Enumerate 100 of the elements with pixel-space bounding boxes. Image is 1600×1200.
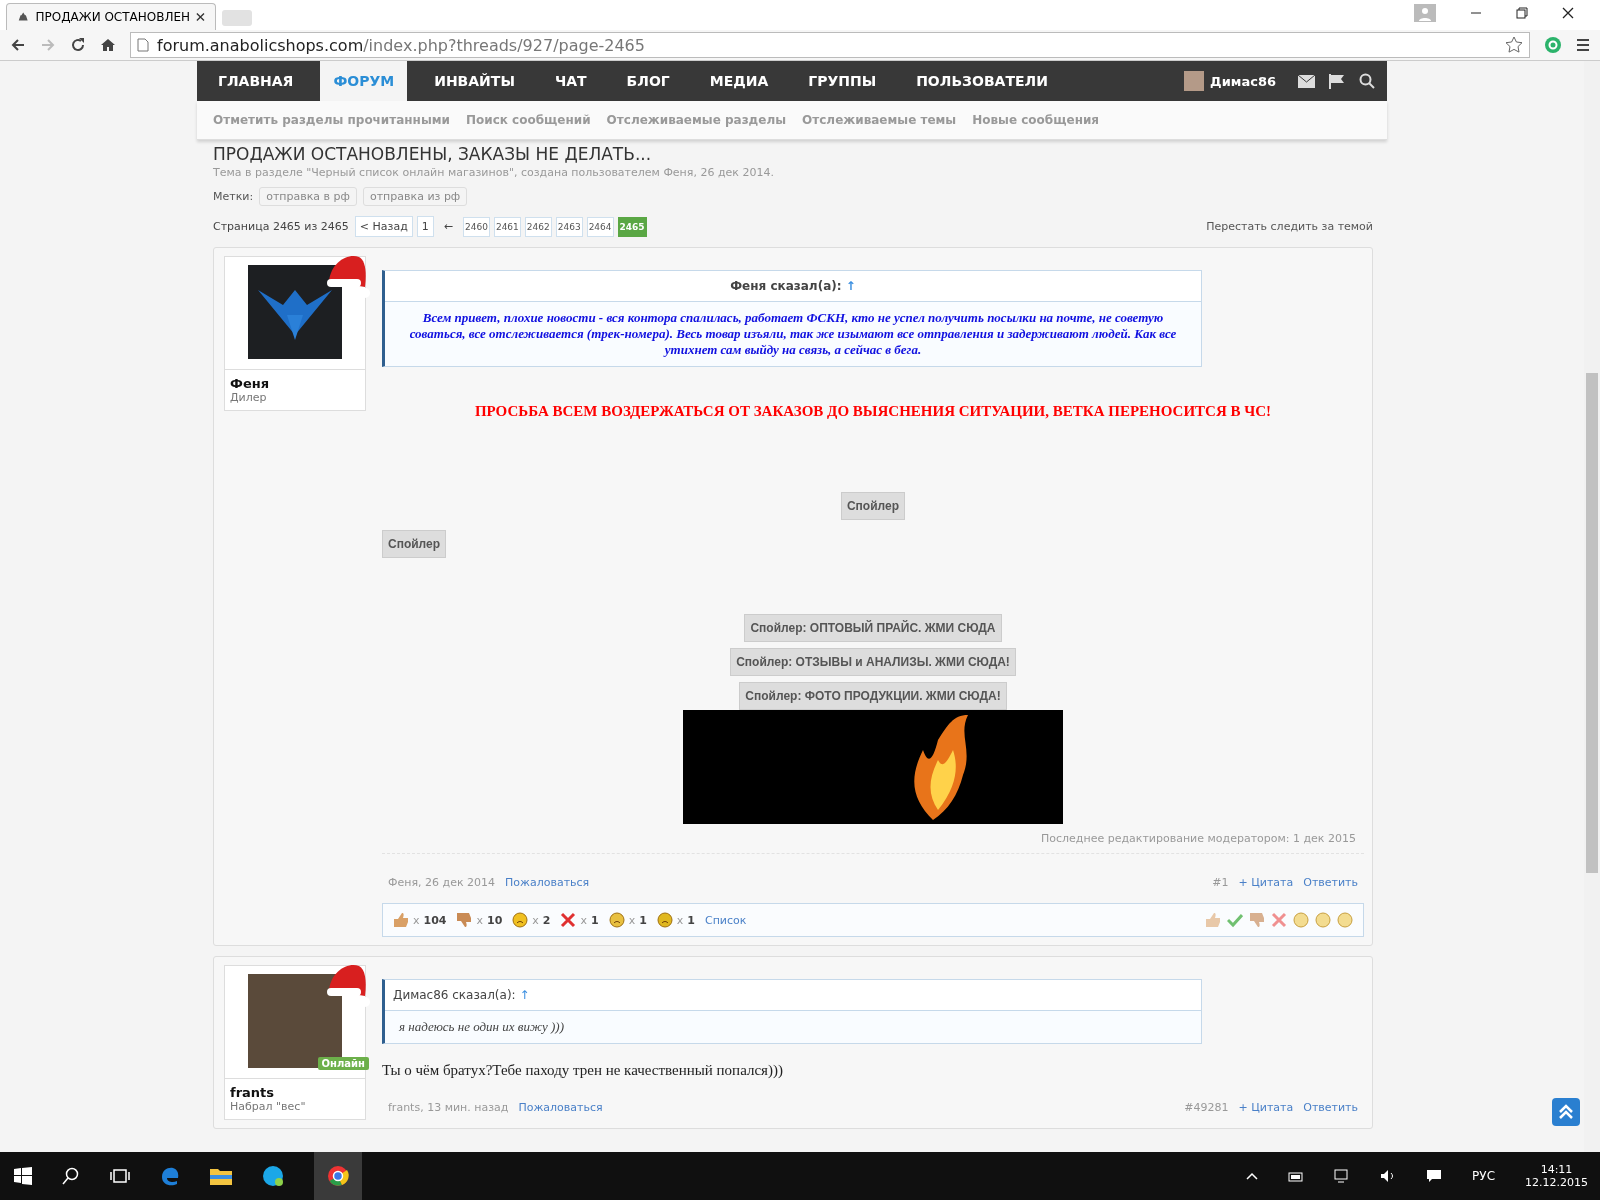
warning-message: ПРОСЬБА ВСЕМ ВОЗДЕРЖАТЬСЯ ОТ ЗАКАЗОВ ДО ВЫЯСНЕНИЯ СИТУАЦИИ, ВЕТКА ПЕРЕНОСИТСЯ В ЧС! <box>473 403 1273 420</box>
flag-icon[interactable] <box>1329 73 1345 89</box>
thumbs-up-icon[interactable] <box>1205 912 1221 928</box>
search-icon[interactable] <box>1359 73 1375 89</box>
nav-tab[interactable]: ГЛАВНАЯ <box>205 61 307 101</box>
rating-count: 1 <box>639 913 647 927</box>
address-field[interactable]: forum.anabolicshops.com/index.php?threads/927/page-2465 <box>130 32 1530 58</box>
edge-browser-icon[interactable] <box>160 1166 180 1186</box>
clock[interactable]: 14:11 12.12.2015 <box>1525 1163 1588 1189</box>
quote-author: Димас86 сказал(а): <box>393 988 516 1002</box>
previous-page-button[interactable]: < Назад <box>354 216 413 237</box>
user-title: Набрал "вес" <box>229 1100 307 1113</box>
tag-link[interactable]: отправка из рф <box>362 187 468 206</box>
reload-icon[interactable] <box>70 37 86 53</box>
page-button[interactable]: 2460 <box>463 216 490 237</box>
windows-logo-icon[interactable] <box>14 1167 32 1185</box>
search-icon[interactable] <box>62 1167 80 1185</box>
check-icon[interactable] <box>1227 912 1243 928</box>
nav-tab[interactable]: ПОЛЬЗОВАТЕЛИ <box>903 61 1061 101</box>
language-indicator[interactable]: РУС <box>1472 1169 1495 1183</box>
report-link[interactable]: Пожаловаться <box>518 1101 603 1114</box>
battery-icon[interactable] <box>1288 1170 1305 1182</box>
quote-link[interactable]: + Цитата <box>1238 876 1294 889</box>
task-view-icon[interactable] <box>110 1168 130 1184</box>
nav-tab[interactable]: БЛОГ <box>613 61 683 101</box>
thumbs-down-icon <box>456 912 473 928</box>
home-icon[interactable] <box>100 37 116 53</box>
browser-tab[interactable]: ПРОДАЖИ ОСТАНОВЛЕН <box>6 3 216 30</box>
nav-tab[interactable]: ФОРУМ <box>320 61 408 101</box>
times-sign: x <box>628 913 636 927</box>
page-indicator: Страница 2465 из 2465 <box>213 220 349 233</box>
back-icon[interactable] <box>10 37 26 53</box>
page-button[interactable]: 2461 <box>493 216 521 237</box>
rating-count: 1 <box>591 913 599 927</box>
avatar-thumbnail <box>1184 71 1205 91</box>
chevron-up-icon[interactable] <box>1246 1172 1259 1180</box>
nav-tab[interactable]: МЕДИА <box>696 61 782 101</box>
star-icon[interactable] <box>1505 36 1523 54</box>
rating-count: 2 <box>542 913 551 927</box>
times-sign: x <box>676 913 684 927</box>
spoiler-button[interactable]: Спойлер: ОПТОВЫЙ ПРАЙС. ЖМИ СЮДА <box>744 614 1002 642</box>
online-badge: Онлайн <box>317 1057 369 1070</box>
times-sign: x <box>413 913 420 927</box>
close-icon[interactable] <box>196 12 205 22</box>
quote-link[interactable]: + Цитата <box>1238 1101 1294 1114</box>
reply-link[interactable]: Ответить <box>1303 1101 1358 1114</box>
quote-author: Феня сказал(а): <box>730 279 842 293</box>
user-link[interactable]: Димас86 <box>1210 73 1276 89</box>
page-button[interactable]: 2465 <box>617 216 647 237</box>
edit-note: Последнее редактирование модератором: 1 дек 2015 <box>382 832 1364 854</box>
chrome-taskbar-button[interactable] <box>314 1152 362 1200</box>
chrome-icon <box>327 1165 349 1187</box>
network-icon[interactable] <box>1334 1169 1351 1183</box>
extension-icon[interactable] <box>1544 36 1562 54</box>
notification-icon[interactable] <box>1426 1169 1443 1183</box>
times-sign: x <box>580 913 587 927</box>
quote-jump-link[interactable]: ↑ <box>845 279 856 293</box>
envelope-icon[interactable] <box>1298 74 1315 88</box>
quote-text: я надеюсь не один их вижу ))) <box>398 1018 565 1036</box>
reply-link[interactable]: Ответить <box>1303 876 1358 889</box>
nav-tab[interactable]: ЧАТ <box>541 61 600 101</box>
thumbs-up-icon <box>393 912 409 928</box>
rating-count: 10 <box>487 913 503 927</box>
page-button[interactable]: 2464 <box>586 216 614 237</box>
page-button[interactable]: 2462 <box>524 216 552 237</box>
tags-label: Метки: <box>213 190 254 203</box>
post-date: Феня, 26 дек 2014 <box>388 876 496 889</box>
skype-icon[interactable] <box>262 1165 284 1187</box>
quote-text: Всем привет, плохие новости - вся контора спалилась, работает ФСКН, кто не успел получить посылки на почте, не советую соваться, все отслеживается (трек-номера). Весь товар изъяли, так же изымают все отправления и задерживают людей. Как все утихнет сам выйду на связь, а сейчас в бега. <box>408 309 1178 359</box>
quote-jump-link[interactable]: ↑ <box>519 988 530 1002</box>
page-button[interactable]: 1 <box>416 216 434 237</box>
nav-tab[interactable]: ИНВАЙТЫ <box>421 61 528 101</box>
report-link[interactable]: Пожаловаться <box>505 876 590 889</box>
spoiler-button[interactable]: Спойлер <box>840 492 906 520</box>
restore-icon[interactable] <box>1516 7 1528 19</box>
folder-icon[interactable] <box>210 1167 232 1185</box>
spoiler-button[interactable]: Спойлер <box>382 530 447 558</box>
times-sign: x <box>532 913 539 927</box>
menu-icon[interactable] <box>1576 38 1590 52</box>
nav-tab[interactable]: ГРУППЫ <box>795 61 890 101</box>
post-date: frants, 13 мин. назад <box>388 1101 509 1114</box>
close-icon[interactable] <box>1562 7 1574 19</box>
username[interactable]: Феня <box>225 376 365 391</box>
thread-description: Тема в разделе "Черный список онлайн магазинов", создана пользователем Феня, 26 дек 2014. <box>213 166 775 179</box>
rating-count: 1 <box>687 913 695 927</box>
ratings-list-link[interactable]: Список <box>705 913 747 927</box>
spoiler-button[interactable]: Спойлер: ОТЗЫВЫ и АНАЛИЗЫ. ЖМИ СЮДА! <box>730 648 1016 676</box>
page-icon <box>137 38 149 52</box>
post-message: Ты о чём братух?Тебе паходу трен не качественный попался))) <box>382 1062 784 1079</box>
username[interactable]: frants <box>225 1085 365 1100</box>
times-sign: x <box>476 913 483 927</box>
thumbs-down-icon[interactable] <box>1249 912 1265 928</box>
rating-count: 104 <box>423 913 447 927</box>
scroll-to-top-icon[interactable] <box>1552 1098 1580 1126</box>
spoiler-button[interactable]: Спойлер: ФОТО ПРОДУКЦИИ. ЖМИ СЮДА! <box>739 682 1007 710</box>
page-skip-arrow: ← <box>443 220 453 233</box>
page-button[interactable]: 2463 <box>555 216 583 237</box>
unwatch-thread-link[interactable]: Перестать следить за темой <box>1206 220 1373 233</box>
tag-link[interactable]: отправка в рф <box>259 187 357 206</box>
cross-icon <box>560 912 577 928</box>
